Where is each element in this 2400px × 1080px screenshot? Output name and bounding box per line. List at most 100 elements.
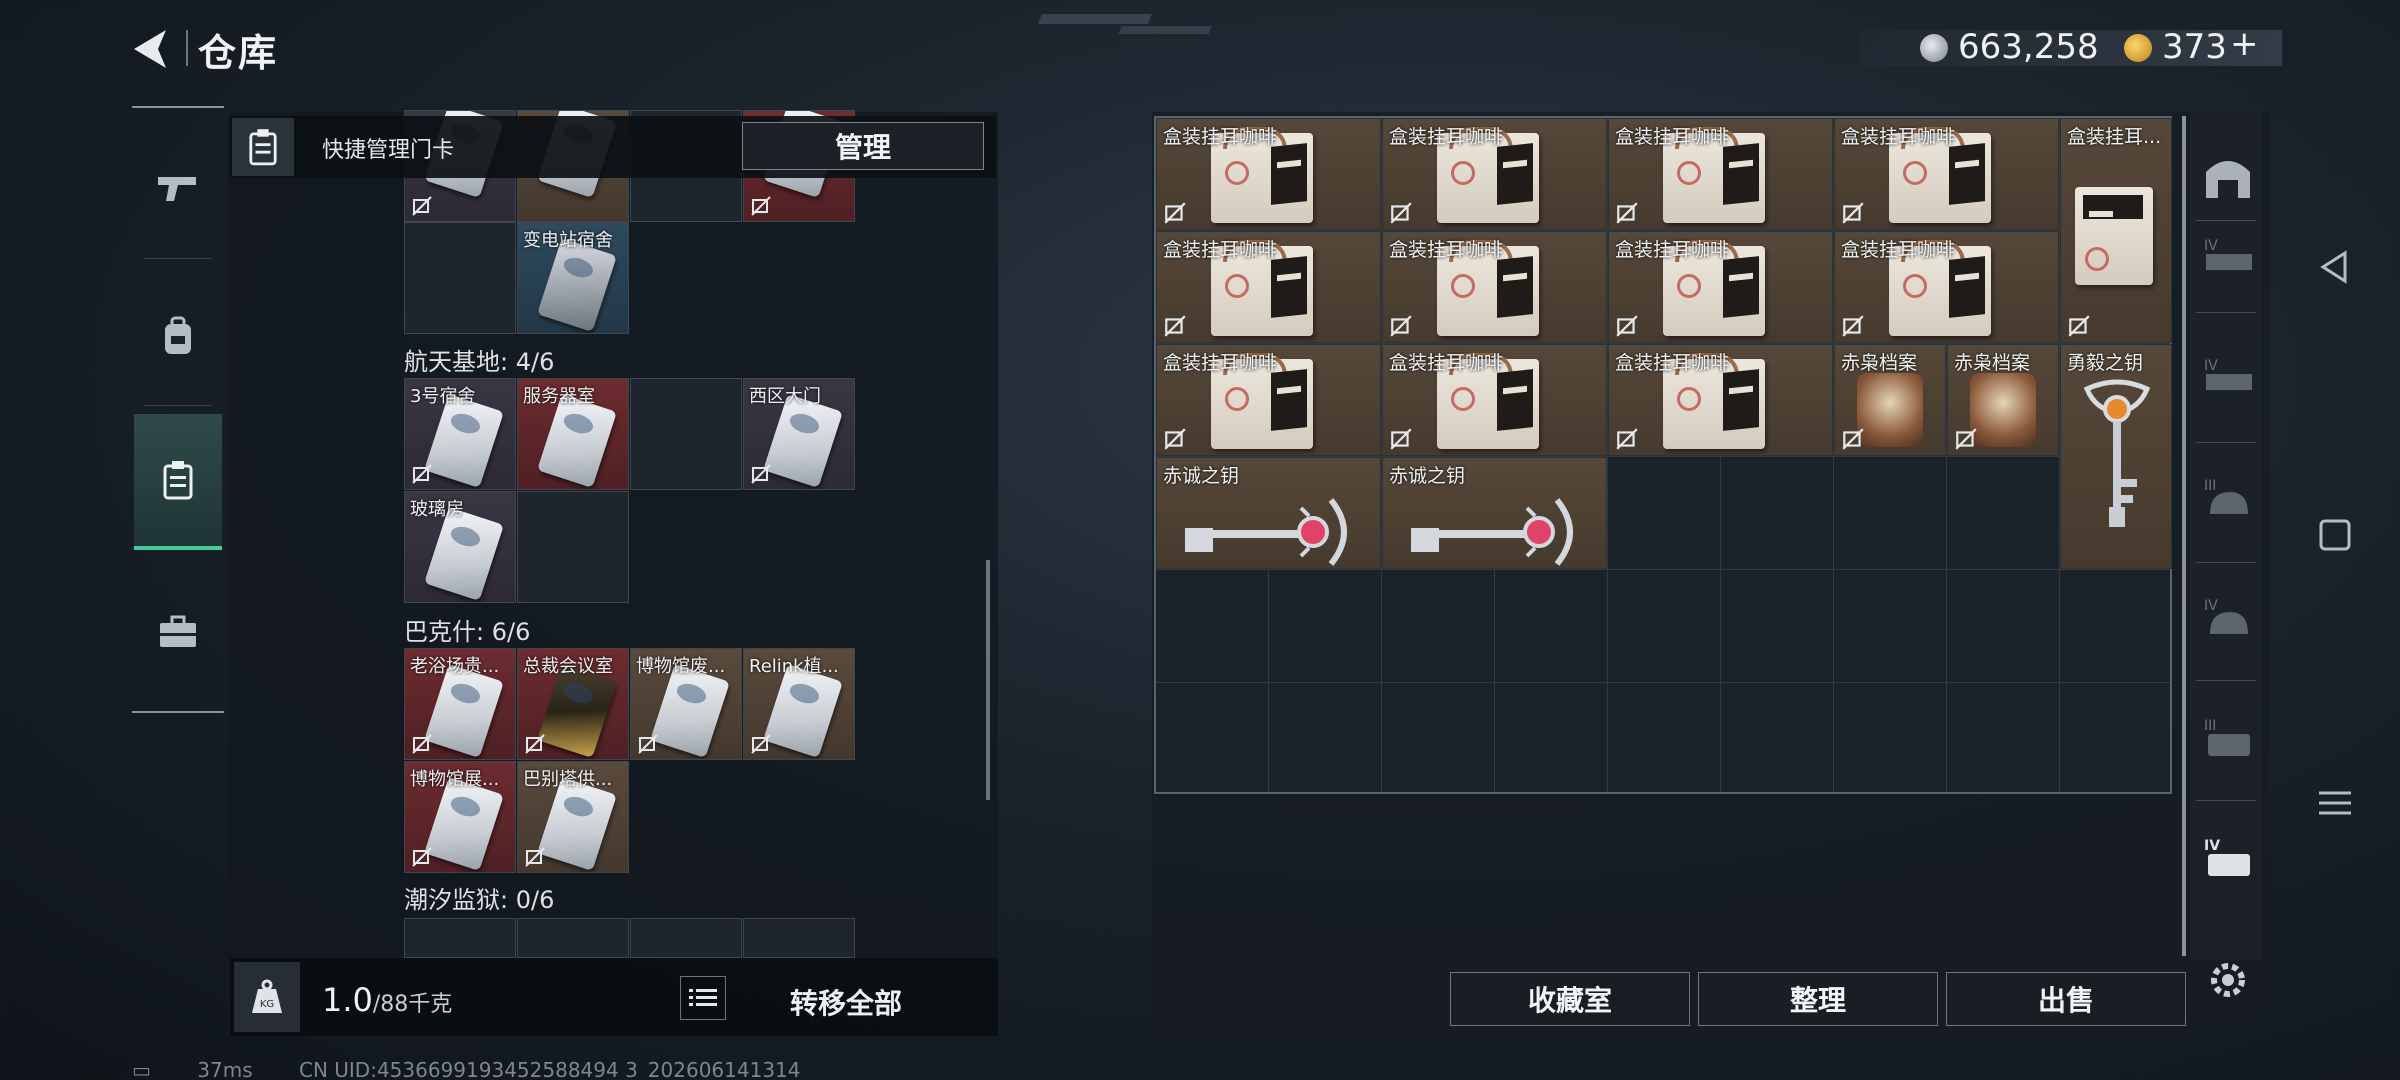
tier-label: IV	[2204, 838, 2220, 854]
vault-icon	[2206, 161, 2250, 198]
weight-capacity: /88千克	[372, 992, 453, 1017]
nav-keycards[interactable]	[134, 414, 222, 550]
tier-filter-4[interactable]: IV	[2196, 586, 2260, 650]
android-home-button[interactable]	[2310, 510, 2360, 560]
keycard-old-bathhouse[interactable]: 老浴场贵...	[404, 648, 516, 760]
keycard-museum-ruins[interactable]: 博物馆废...	[630, 648, 742, 760]
tier-filter-5[interactable]: III	[2196, 706, 2260, 770]
briefcase-icon	[160, 615, 196, 647]
keycard-museum-exhibit[interactable]: 博物馆展...	[404, 761, 516, 873]
silver-coin-icon	[1920, 34, 1948, 62]
no-trade-icon	[1842, 315, 1864, 337]
item-coffee-box[interactable]: 盒装挂耳咖啡	[1608, 118, 1833, 230]
tier-label: IV	[2204, 598, 2218, 614]
back-arrow-icon[interactable]	[128, 26, 176, 72]
helmet-tier-icon: III	[2204, 478, 2248, 514]
uid-readout: CN UID:4536699193452588494 3_20260614131…	[298, 1058, 801, 1080]
manage-button[interactable]: 管理	[742, 122, 984, 170]
weight-icon: KG	[252, 979, 282, 1013]
keycard-slot-empty[interactable]	[630, 378, 742, 490]
add-currency-button[interactable]: +	[2230, 24, 2259, 64]
keycard-relink[interactable]: Relink植...	[743, 648, 855, 760]
keycard-slot-empty[interactable]	[517, 918, 629, 958]
item-sincere-key[interactable]: 赤诚之钥	[1382, 457, 1607, 569]
triangle-back-icon	[2320, 250, 2347, 284]
keycard-dorm-3[interactable]: 3号宿舍	[404, 378, 516, 490]
keycard-slot-empty[interactable]	[404, 222, 516, 334]
no-trade-icon	[638, 734, 658, 754]
no-trade-icon	[412, 196, 432, 216]
item-coffee-box[interactable]: 盒装挂耳咖啡	[1382, 231, 1607, 343]
item-coffee-box[interactable]: 盒装挂耳咖啡	[1608, 344, 1833, 456]
keycard-slot-empty[interactable]	[743, 918, 855, 958]
item-coffee-box[interactable]: 盒装挂耳咖啡	[1156, 231, 1381, 343]
sell-button[interactable]: 出售	[1946, 972, 2186, 1026]
tier-filter-2[interactable]: IV	[2196, 346, 2260, 410]
feather-file-art	[1970, 373, 2036, 447]
keycard-slot-empty[interactable]	[517, 491, 629, 603]
list-view-button[interactable]	[680, 976, 726, 1020]
coffee-box-art	[2075, 187, 2153, 285]
keycard-slot-empty[interactable]	[404, 918, 516, 958]
title-divider	[186, 30, 188, 66]
tier-filter-3[interactable]: III	[2196, 466, 2260, 530]
nav-divider	[144, 258, 212, 259]
item-sincere-key[interactable]: 赤诚之钥	[1156, 457, 1381, 569]
organize-button[interactable]: 整理	[1698, 972, 1938, 1026]
rail-divider	[2196, 800, 2256, 801]
no-trade-icon	[1616, 428, 1638, 450]
item-coffee-box[interactable]: 盒装挂耳咖啡	[1382, 344, 1607, 456]
keycard-substation-dorm[interactable]: 变电站宿舍	[517, 222, 629, 334]
no-trade-icon	[1955, 428, 1977, 450]
no-trade-icon	[1164, 202, 1186, 224]
keycard-slot-empty[interactable]	[630, 918, 742, 958]
ping-readout: 37ms	[197, 1058, 253, 1080]
left-scrollbar[interactable]	[986, 560, 990, 800]
storage-scrollbar[interactable]	[2182, 116, 2186, 956]
list-icon	[689, 989, 717, 1006]
svg-text:KG: KG	[260, 999, 274, 1010]
item-red-owl-file[interactable]: 赤枭档案	[1947, 344, 2059, 456]
keycard-glass-house[interactable]: 玻璃房	[404, 491, 516, 603]
nav-backpack[interactable]	[134, 288, 222, 384]
keycard-west-gate[interactable]: 西区大门	[743, 378, 855, 490]
tier-filter-6[interactable]: IV	[2196, 826, 2260, 890]
nav-bottom-line	[132, 711, 224, 713]
gold-amount: 373	[2162, 27, 2227, 67]
storage-grid[interactable]: 盒装挂耳咖啡 盒装挂耳咖啡 盒装挂耳咖啡 盒装挂耳咖啡 盒装挂耳... 盒装挂耳…	[1154, 116, 2172, 794]
item-coffee-box[interactable]: 盒装挂耳咖啡	[1156, 344, 1381, 456]
no-trade-icon	[1390, 428, 1412, 450]
item-coffee-box[interactable]: 盒装挂耳咖啡	[1608, 231, 1833, 343]
keycard-icon	[249, 129, 277, 166]
android-back-button[interactable]	[2310, 242, 2360, 292]
keycard-babel-supply[interactable]: 巴别塔供...	[517, 761, 629, 873]
no-trade-icon	[751, 196, 771, 216]
item-coffee-box[interactable]: 盒装挂耳咖啡	[1834, 231, 2059, 343]
no-trade-icon	[1390, 202, 1412, 224]
item-coffee-box[interactable]: 盒装挂耳咖啡	[1834, 118, 2059, 230]
android-recents-button[interactable]	[2310, 778, 2360, 828]
keycard-ceo-meeting-room[interactable]: 总裁会议室	[517, 648, 629, 760]
no-trade-icon	[751, 464, 771, 484]
item-coffee-box-tall[interactable]: 盒装挂耳...	[2060, 118, 2172, 343]
collection-room-button[interactable]: 收藏室	[1450, 972, 1690, 1026]
menu-lines-icon	[2319, 791, 2351, 815]
no-trade-icon	[1616, 315, 1638, 337]
silver-amount: 663,258	[1958, 27, 2099, 67]
nav-cases[interactable]	[134, 584, 222, 680]
item-coffee-box[interactable]: 盒装挂耳咖啡	[1156, 118, 1381, 230]
tier-filter-all[interactable]	[2196, 146, 2260, 210]
settings-button[interactable]	[2200, 952, 2256, 1008]
tier-filter-1[interactable]: IV	[2196, 226, 2260, 290]
transfer-all-button[interactable]: 转移全部	[790, 982, 902, 1022]
keycard-server-room[interactable]: 服务器室	[517, 378, 629, 490]
item-red-owl-file[interactable]: 赤枭档案	[1834, 344, 1946, 456]
rail-divider	[2196, 680, 2256, 681]
no-trade-icon	[525, 847, 545, 867]
gear-icon	[2211, 963, 2245, 997]
no-trade-icon	[412, 734, 432, 754]
nav-weapons[interactable]	[134, 140, 222, 236]
item-brave-key[interactable]: 勇毅之钥	[2060, 344, 2172, 569]
item-coffee-box[interactable]: 盒装挂耳咖啡	[1382, 118, 1607, 230]
sincere-key-art	[1185, 498, 1347, 566]
